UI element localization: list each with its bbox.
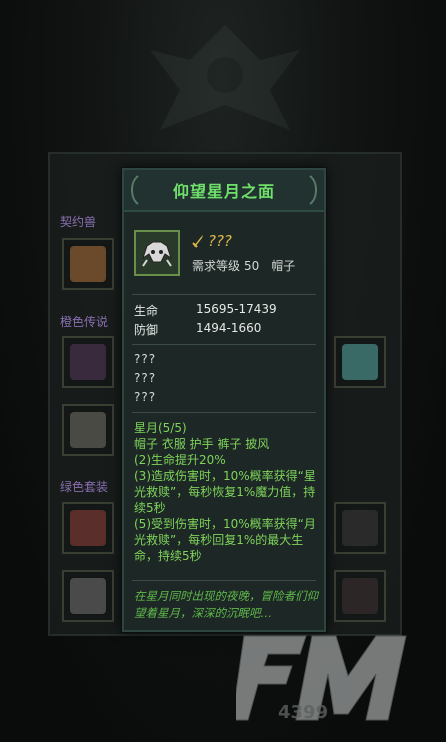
set-bonus-5: (5)受到伤害时，10%概率获得“月光救赎”，每秒回复1%的最大生命，持续5秒	[134, 517, 316, 563]
sword-rank-icon	[192, 235, 203, 248]
divider	[132, 412, 316, 413]
item-icon-frame	[134, 230, 180, 276]
stat-label: 防御	[134, 323, 159, 337]
requirement-line: 需求等级 50 帽子	[192, 257, 299, 274]
set-name: 星月(5/5)	[134, 421, 187, 435]
slot-type: 帽子	[271, 259, 296, 273]
ornament-right-icon	[309, 175, 317, 205]
divider	[132, 580, 316, 581]
inventory-slot[interactable]	[334, 502, 386, 554]
lore-text: 在星月同时出现的夜晚，冒险者们仰望着星月，深深的沉眠吧…	[134, 589, 318, 620]
unknown-affix: ???	[134, 371, 157, 385]
stat-value: 1494-1660	[196, 321, 262, 335]
stat-value: 15695-17439	[196, 302, 277, 316]
set-bonus-3: (3)造成伤害时，10%概率获得“星光救赎”，每秒恢复1%魔力值，持续5秒	[134, 469, 316, 515]
helmet-icon	[142, 241, 172, 267]
item-name: ???	[208, 232, 232, 250]
inventory-slot[interactable]	[334, 336, 386, 388]
tooltip-header: 仰望星月之面	[124, 170, 324, 212]
stat-row-defense: 防御 1494-1660	[134, 321, 261, 338]
ornament-left-icon	[131, 175, 139, 205]
section-label-orange: 橙色传说	[60, 315, 109, 329]
item-tooltip: 仰望星月之面 ??? 需求等级 50 帽子 生命 15695-17439 防御 14…	[122, 168, 326, 632]
set-bonus-2: (2)生命提升20%	[134, 453, 226, 467]
set-bonus-block: 星月(5/5) 帽子 衣服 护手 裤子 披风 (2)生命提升20% (3)造成伤…	[134, 420, 318, 564]
inventory-slot[interactable]	[62, 404, 114, 456]
inventory-slot[interactable]	[62, 502, 114, 554]
svg-text:4399: 4399	[278, 702, 328, 723]
req-label: 需求等级	[192, 259, 241, 273]
req-level: 50	[244, 259, 260, 273]
item-title: 仰望星月之面	[172, 182, 275, 201]
stat-row-hp: 生命 15695-17439	[134, 302, 277, 319]
set-pieces: 帽子 衣服 护手 裤子 披风	[134, 437, 270, 451]
item-name-row: ???	[192, 232, 232, 250]
stat-label: 生命	[134, 304, 159, 318]
section-label-pets: 契约兽	[60, 215, 97, 229]
section-label-green: 绿色套装	[60, 480, 109, 494]
inventory-slot[interactable]	[334, 570, 386, 622]
inventory-slot[interactable]	[62, 336, 114, 388]
inventory-slot[interactable]	[62, 238, 114, 290]
divider	[132, 294, 316, 295]
unknown-affix: ???	[134, 390, 157, 404]
fm-4399-logo: 4399	[236, 635, 407, 723]
unknown-affix: ???	[134, 352, 157, 366]
background-emblem	[150, 25, 300, 130]
inventory-slot[interactable]	[62, 570, 114, 622]
divider	[132, 344, 316, 345]
